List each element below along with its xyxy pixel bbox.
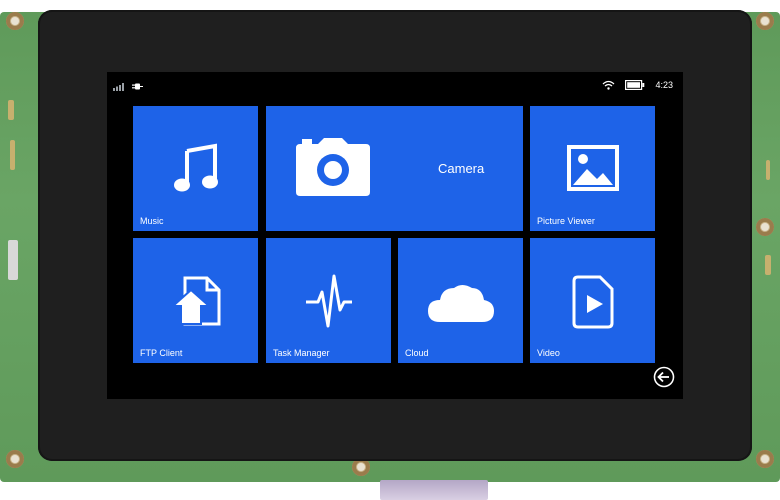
display-screen: 4:23 Music Camera Picture Viewer FTP Cli…	[107, 72, 683, 399]
battery-icon	[625, 75, 645, 94]
solder-pad	[765, 255, 771, 275]
video-file-icon	[572, 275, 614, 334]
tile-label: Cloud	[405, 348, 429, 358]
tile-label: Camera	[438, 161, 485, 176]
back-button[interactable]	[653, 366, 675, 388]
solder-pad	[10, 140, 15, 170]
tile-task-manager[interactable]: Task Manager	[266, 238, 391, 363]
cloud-icon	[426, 280, 496, 329]
mounting-hole	[756, 218, 774, 236]
mounting-hole	[756, 450, 774, 468]
file-upload-icon	[170, 276, 223, 333]
pulse-icon	[304, 272, 354, 333]
mounting-hole	[6, 12, 24, 30]
tile-video[interactable]: Video	[530, 238, 655, 363]
wifi-icon	[602, 75, 615, 94]
solder-pad	[8, 100, 14, 120]
solder-pad	[8, 240, 18, 280]
tile-label: FTP Client	[140, 348, 183, 358]
music-note-icon	[173, 143, 219, 198]
tile-ftp-client[interactable]: FTP Client	[133, 238, 258, 363]
signal-icon	[113, 76, 125, 95]
tile-label: Video	[537, 348, 560, 358]
tile-label: Picture Viewer	[537, 216, 595, 226]
tile-picture-viewer[interactable]: Picture Viewer	[530, 106, 655, 231]
status-bar: 4:23	[107, 72, 683, 92]
power-plug-icon	[131, 76, 143, 95]
image-icon	[567, 145, 619, 196]
bottom-connector	[380, 480, 488, 500]
solder-pad	[766, 160, 770, 180]
tile-camera[interactable]: Camera	[266, 106, 523, 231]
back-arrow-icon	[653, 366, 675, 392]
camera-icon	[294, 138, 372, 203]
tile-label: Music	[140, 216, 164, 226]
tile-cloud[interactable]: Cloud	[398, 238, 523, 363]
tile-label: Task Manager	[273, 348, 330, 358]
mounting-hole	[756, 12, 774, 30]
tile-music[interactable]: Music	[133, 106, 258, 231]
mounting-hole	[6, 450, 24, 468]
status-time: 4:23	[655, 79, 673, 90]
